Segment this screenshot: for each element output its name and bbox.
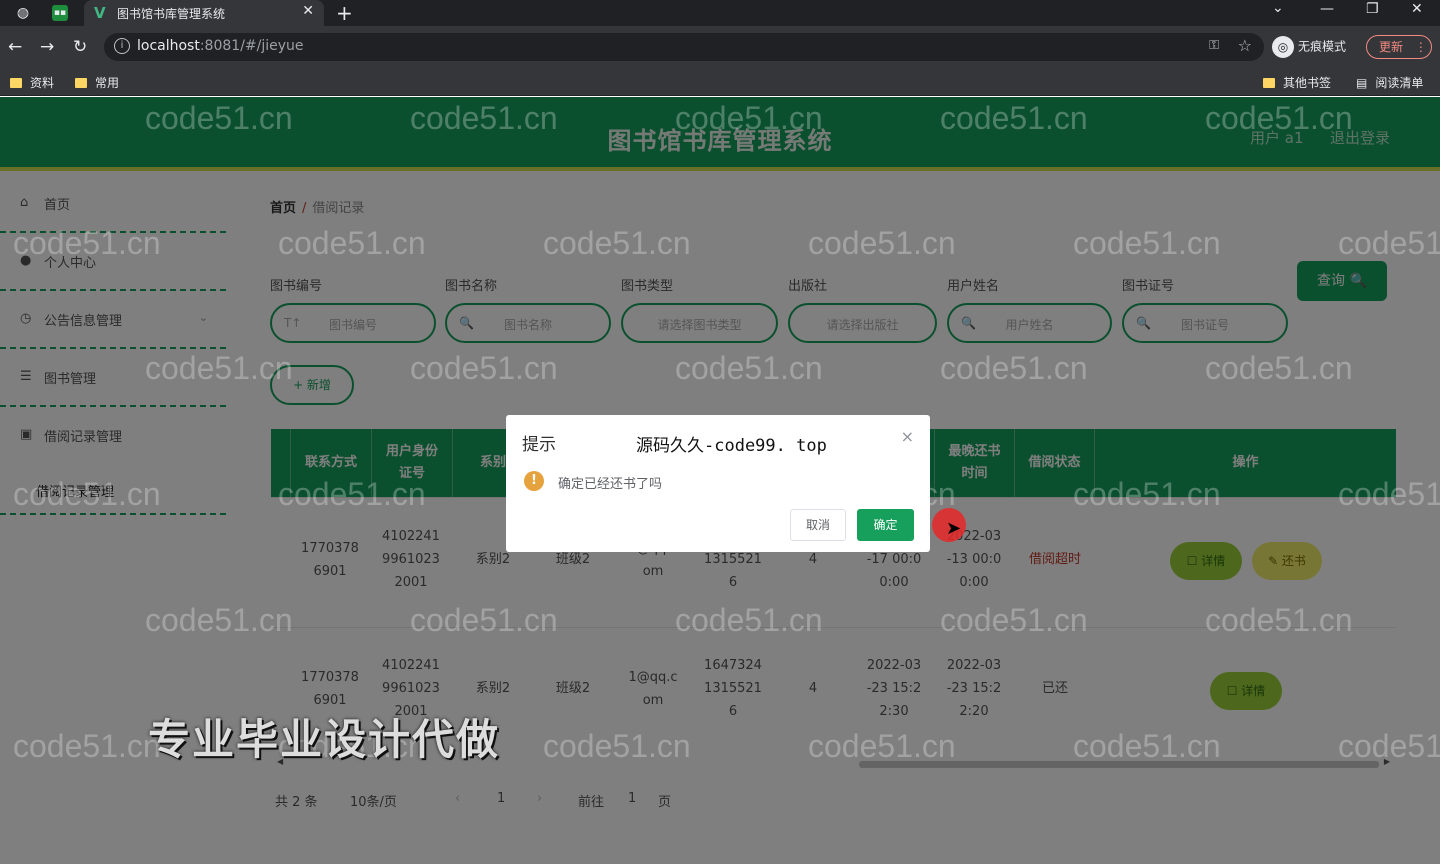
dialog-title: 提示 [522,435,556,455]
cancel-button[interactable]: 取消 [790,509,846,541]
close-icon[interactable]: × [901,427,914,446]
mouse-pointer-icon: ➤ [946,518,962,539]
tab-close-icon[interactable]: ✕ [302,3,314,19]
click-indicator: ➤ [932,508,966,542]
tab-search-chevron-icon[interactable]: ⌄ [1272,0,1284,16]
bookmark-folder[interactable]: 资料 [10,74,54,91]
incognito-icon: ◎ [1272,36,1294,58]
pinned-tab-icon[interactable]: ▪▪ [52,5,68,21]
reading-list[interactable]: ▤ 阅读清单 [1356,74,1423,91]
url-text[interactable]: localhost:8081/#/jieyue [137,38,304,54]
other-bookmarks[interactable]: 其他书签 [1263,74,1331,91]
site-info-icon[interactable]: i [114,38,130,54]
bookmark-label: 常用 [95,76,120,90]
menu-dots-icon: ⋮ [1414,40,1427,54]
folder-icon [1263,78,1275,88]
bookmark-folder[interactable]: 常用 [75,74,119,91]
reload-icon[interactable]: ↻ [73,37,87,57]
browser-tab-active[interactable]: V 图书馆书库管理系统 ✕ [84,0,324,26]
update-button[interactable]: 更新 ⋮ [1366,35,1432,59]
restore-button[interactable]: ❐ [1366,1,1379,17]
new-tab-button[interactable]: + [336,1,353,25]
bookmark-label: 阅读清单 [1375,76,1424,90]
folder-icon [75,78,87,88]
browser-tab-strip: ◍ ▪▪ V 图书馆书库管理系统 ✕ + ⌄ — ❐ ✕ [0,0,1440,26]
window-close-button[interactable]: ✕ [1411,1,1423,17]
address-bar[interactable]: i localhost:8081/#/jieyue ⚿ ☆ [104,33,1264,61]
incognito-indicator[interactable]: ◎ 无痕模式 [1272,36,1346,58]
url-path: :8081/#/jieyue [199,38,304,54]
bookmark-star-icon[interactable]: ☆ [1238,36,1252,55]
browser-toolbar: ← → ↻ i localhost:8081/#/jieyue ⚿ ☆ ◎ 无痕模… [0,26,1440,68]
confirm-button[interactable]: 确定 [857,509,914,541]
url-host: localhost [137,38,200,54]
vue-favicon-icon: V [94,4,106,22]
back-arrow-icon[interactable]: ← [8,37,22,57]
folder-icon [10,78,22,88]
tab-title: 图书馆书库管理系统 [117,7,226,21]
reading-list-icon: ▤ [1356,76,1368,90]
update-label: 更新 [1379,40,1404,54]
forward-arrow-icon[interactable]: → [40,37,54,57]
browser-globe-icon[interactable]: ◍ [14,4,32,22]
incognito-label: 无痕模式 [1298,39,1347,54]
minimize-button[interactable]: — [1320,1,1334,17]
bookmark-label: 资料 [30,76,55,90]
promo-overlay-text: 专业毕业设计代做 [148,715,501,764]
warning-icon: ! [524,471,544,491]
video-overlay-text: 源码久久-code99. top [636,436,827,456]
dialog-message: 确定已经还书了吗 [558,477,663,492]
bookmark-label: 其他书签 [1283,76,1332,90]
password-key-icon[interactable]: ⚿ [1209,38,1219,53]
bookmarks-bar: 资料 常用 其他书签 ▤ 阅读清单 [0,68,1440,96]
